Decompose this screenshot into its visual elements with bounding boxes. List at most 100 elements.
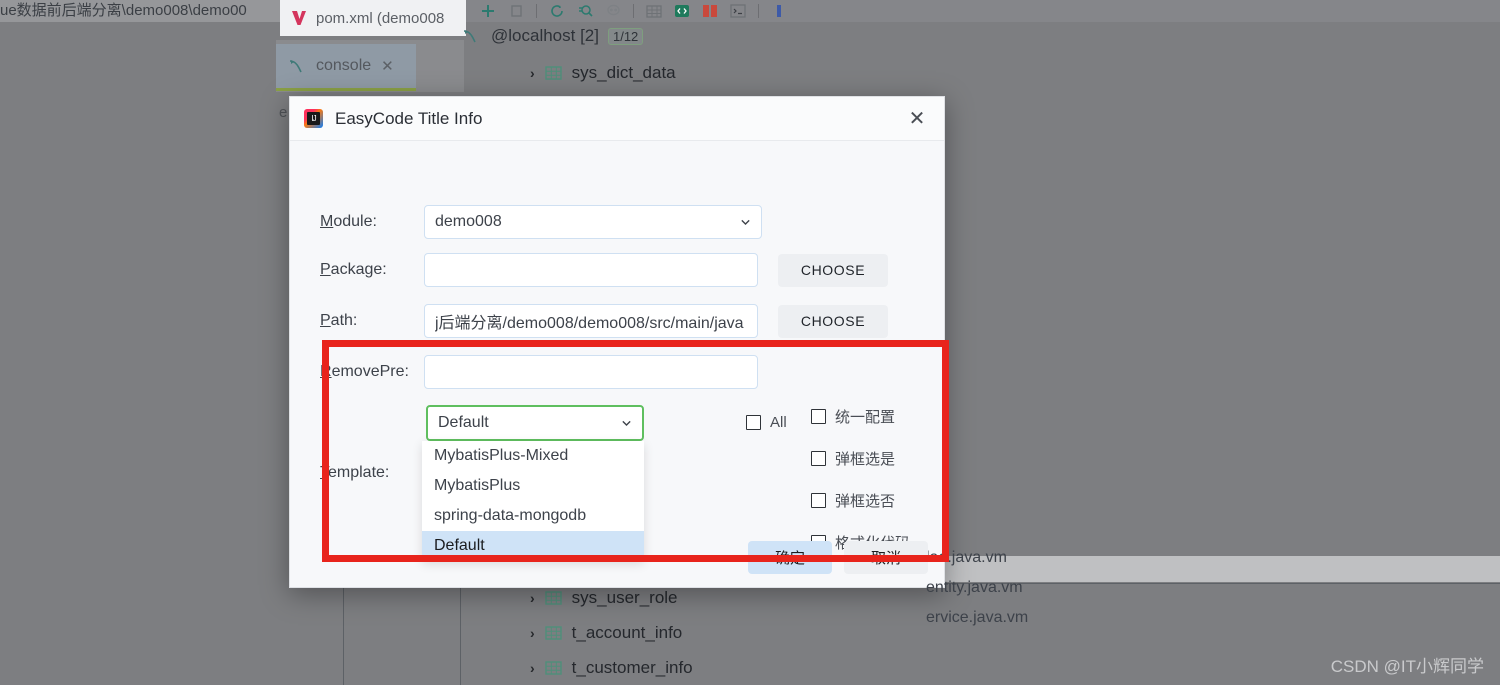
database-connection-node[interactable]: @localhost [2] 1/12 bbox=[462, 24, 644, 48]
option-label: 弹框选否 bbox=[835, 493, 896, 510]
template-label-mnemonic: T bbox=[320, 464, 328, 481]
chevron-right-icon[interactable]: › bbox=[530, 625, 535, 641]
template-label-rest: emplate: bbox=[328, 464, 390, 481]
panel-divider bbox=[343, 583, 344, 685]
search-query-icon[interactable] bbox=[571, 2, 599, 20]
table-icon[interactable] bbox=[640, 2, 668, 20]
option-unified-config[interactable]: 统一配置 bbox=[811, 406, 910, 427]
tree-item-label: sys_user_role bbox=[571, 588, 678, 607]
field-row-path: Path: CHOOSE bbox=[290, 304, 946, 338]
close-icon[interactable]: ✕ bbox=[904, 106, 930, 132]
option-dialog-yes[interactable]: 弹框选是 bbox=[811, 448, 910, 469]
module-value: demo008 bbox=[435, 213, 502, 230]
window-title-path: ue数据前后端分离\demo008\demo00 bbox=[0, 0, 280, 22]
option-label: 统一配置 bbox=[835, 409, 896, 426]
table-icon bbox=[544, 66, 562, 80]
dialog-title: EasyCode Title Info bbox=[335, 108, 483, 128]
tree-item-label: t_customer_info bbox=[571, 658, 693, 677]
path-choose-button[interactable]: CHOOSE bbox=[778, 304, 888, 338]
tree-item-t_customer_info[interactable]: › t_customer_info bbox=[530, 655, 693, 681]
mysql-dolphin-icon bbox=[289, 60, 302, 73]
database-toolbar bbox=[466, 0, 1500, 22]
tree-item-label: sys_dict_data bbox=[571, 63, 676, 82]
tree-item-t_account_info[interactable]: › t_account_info bbox=[530, 620, 682, 646]
refresh-icon[interactable] bbox=[543, 2, 571, 20]
path-input[interactable] bbox=[424, 304, 758, 338]
checkbox-box-icon[interactable] bbox=[746, 415, 761, 430]
add-icon[interactable] bbox=[474, 2, 502, 20]
tree-item-sys_user_role[interactable]: › sys_user_role bbox=[530, 585, 678, 611]
chevron-right-icon[interactable]: › bbox=[530, 590, 535, 606]
table-icon bbox=[544, 661, 562, 675]
path-label: Path: bbox=[290, 312, 424, 330]
package-choose-button[interactable]: CHOOSE bbox=[778, 253, 888, 287]
field-row-remove-pre: RemovePre: bbox=[290, 355, 946, 389]
path-label-mnemonic: P bbox=[320, 312, 331, 329]
editor-tab-label: pom.xml (demo008 bbox=[316, 9, 445, 27]
checkbox-box-icon[interactable] bbox=[811, 451, 826, 466]
dialog-title-bar: IJ EasyCode Title Info ✕ bbox=[290, 97, 944, 141]
easycode-title-info-dialog: IJ EasyCode Title Info ✕ Module: demo008… bbox=[289, 96, 1028, 626]
package-input[interactable] bbox=[424, 253, 758, 287]
editor-tab-pom-xml[interactable]: pom.xml (demo008 bbox=[280, 0, 466, 36]
dropdown-option-spring-data-mongodb[interactable]: spring-data-mongodb bbox=[422, 501, 644, 531]
module-label-mnemonic: M bbox=[320, 213, 334, 230]
table-icon bbox=[544, 626, 562, 640]
path-label-rest: ath: bbox=[330, 312, 358, 329]
tree-item-sys_dict_data[interactable]: › sys_dict_data bbox=[530, 60, 676, 86]
connection-badge: 1/12 bbox=[607, 27, 644, 45]
option-dialog-no[interactable]: 弹框选否 bbox=[811, 490, 910, 511]
ok-button[interactable]: 确定 bbox=[748, 541, 832, 574]
package-label: Package: bbox=[290, 261, 424, 279]
toolbar-divider bbox=[758, 4, 759, 18]
chevron-right-icon[interactable]: › bbox=[530, 660, 535, 676]
template-group-select[interactable]: Default bbox=[426, 405, 644, 441]
panel-divider bbox=[460, 583, 461, 685]
tab-console-label: console bbox=[316, 57, 372, 74]
terminal-icon[interactable] bbox=[724, 2, 752, 20]
module-label-rest: odule: bbox=[333, 213, 377, 230]
tab-active-underline bbox=[276, 88, 416, 91]
toolbar-divider bbox=[536, 4, 537, 18]
dropdown-option-mybatisplus[interactable]: MybatisPlus bbox=[422, 471, 644, 501]
watermark: CSDN @IT小辉同学 bbox=[1330, 657, 1484, 676]
chevron-down-icon bbox=[741, 219, 750, 225]
template-label: Template: bbox=[290, 464, 424, 482]
mysql-dolphin-icon bbox=[463, 30, 476, 43]
option-label: 弹框选是 bbox=[835, 451, 896, 468]
tab-console[interactable]: console ✕ bbox=[276, 44, 416, 88]
close-icon[interactable]: ✕ bbox=[381, 57, 394, 75]
template-file-item[interactable]: ervice.java.vm bbox=[926, 603, 1028, 633]
checkbox-box-icon[interactable] bbox=[811, 493, 826, 508]
all-checkbox[interactable]: All bbox=[746, 414, 787, 431]
remove-pre-label: RemovePre: bbox=[290, 363, 424, 381]
tree-item-label: t_account_info bbox=[571, 623, 683, 642]
template-group-value: Default bbox=[438, 414, 489, 431]
module-label: Module: bbox=[290, 213, 424, 231]
chevron-right-icon[interactable]: › bbox=[530, 65, 535, 81]
diff-icon[interactable] bbox=[696, 2, 724, 20]
remove-pre-input[interactable] bbox=[424, 355, 758, 389]
package-label-rest: ackage: bbox=[330, 261, 387, 278]
table-icon bbox=[544, 591, 562, 605]
package-label-mnemonic: P bbox=[320, 261, 331, 278]
skull-icon[interactable] bbox=[599, 2, 627, 20]
toolbar-divider bbox=[633, 4, 634, 18]
checkbox-box-icon[interactable] bbox=[811, 409, 826, 424]
field-row-package: Package: CHOOSE bbox=[290, 253, 946, 287]
field-row-module: Module: demo008 bbox=[290, 205, 946, 239]
intellij-idea-icon: IJ bbox=[304, 109, 323, 128]
cancel-button[interactable]: 取消 bbox=[844, 541, 928, 574]
connection-label: @localhost [2] bbox=[491, 26, 599, 45]
chevron-down-icon bbox=[622, 420, 631, 426]
duplicate-icon[interactable] bbox=[502, 2, 530, 20]
filter-icon[interactable] bbox=[765, 2, 793, 20]
template-file-item[interactable]: entity.java.vm bbox=[926, 573, 1028, 603]
code-editor-icon[interactable] bbox=[668, 2, 696, 20]
options-group: 统一配置 弹框选是 弹框选否 格式化代码 bbox=[811, 406, 910, 553]
module-select[interactable]: demo008 bbox=[424, 205, 762, 239]
dialog-body: Module: demo008 Package: CHOOSE Path: CH bbox=[290, 141, 1028, 626]
background-edge-text: e bbox=[279, 104, 288, 121]
remove-pre-label-rest: emovePre: bbox=[331, 363, 409, 380]
dropdown-option-mybatisplus-mixed[interactable]: MybatisPlus-Mixed bbox=[422, 441, 644, 471]
